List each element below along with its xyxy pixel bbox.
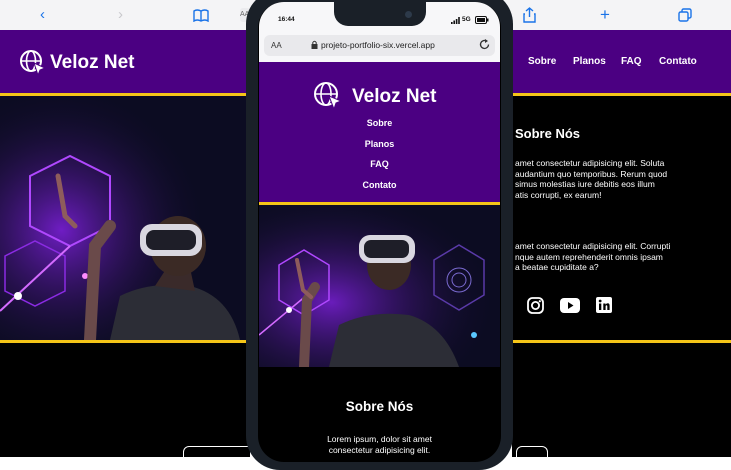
about-title-desktop: Sobre Nós xyxy=(515,126,581,141)
about-section-bottom xyxy=(512,343,731,457)
about-section-left xyxy=(0,343,250,457)
network-label: 5G xyxy=(462,16,471,23)
mobile-nav-contato[interactable]: Contato xyxy=(259,180,500,190)
status-time: 16:44 xyxy=(278,16,295,23)
mobile-nav-sobre[interactable]: Sobre xyxy=(259,118,500,128)
globe-cursor-icon xyxy=(20,50,47,77)
hero-image xyxy=(0,96,246,340)
about-p2-line: amet consectetur adipisicing elit. Corru… xyxy=(515,241,671,251)
mobile-nav-faq[interactable]: FAQ xyxy=(259,159,500,169)
youtube-icon[interactable] xyxy=(560,298,580,313)
battery-icon xyxy=(475,16,489,24)
about-p1-line: atis corrupti, ex earum! xyxy=(515,189,602,200)
plan-card-outline xyxy=(183,446,255,468)
about-p1-line: amet consectetur adipisicing elit. Solut… xyxy=(515,158,665,168)
mobile-nav-planos[interactable]: Planos xyxy=(259,139,500,149)
about-p2-line: nque autem reprehenderit omnis ipsam xyxy=(515,251,663,262)
reload-icon[interactable] xyxy=(479,39,490,50)
phone-notch xyxy=(334,2,426,26)
about-paragraph-2: amet consectetur adipisicing elit. Corru… xyxy=(515,241,670,273)
about-paragraph-1: amet consectetur adipisicing elit. Solut… xyxy=(515,158,667,200)
new-tab-icon[interactable]: + xyxy=(600,0,610,30)
nav-planos[interactable]: Planos xyxy=(573,56,606,67)
back-icon[interactable]: ‹ xyxy=(40,0,45,30)
plan-card-outline-right xyxy=(516,446,548,468)
nav-contato[interactable]: Contato xyxy=(659,56,697,67)
mobile-globe-cursor-icon xyxy=(314,82,343,111)
about-p2-line: a beatae cupiditate a? xyxy=(515,262,599,272)
signal-icon xyxy=(451,17,460,24)
about-p1-line: simus molestias iure debitis eos illum xyxy=(515,179,655,189)
mobile-about-line: Lorem ipsum, dolor sit amet xyxy=(327,434,432,444)
mobile-hero-image xyxy=(259,205,500,367)
url-text: projeto-portfolio-six.vercel.app xyxy=(321,40,435,50)
linkedin-icon[interactable] xyxy=(596,297,612,313)
about-p1-line: audantium quo temporibus. Rerum quod xyxy=(515,168,668,179)
brand-name[interactable]: Veloz Net xyxy=(50,52,134,74)
mobile-brand-name[interactable]: Veloz Net xyxy=(352,86,436,108)
camera-dot xyxy=(405,11,412,18)
nav-faq[interactable]: FAQ xyxy=(621,56,642,67)
mobile-about-text: Lorem ipsum, dolor sit amet consectetur … xyxy=(259,434,500,456)
mobile-about-title: Sobre Nós xyxy=(345,399,414,414)
tabs-icon[interactable] xyxy=(678,8,692,22)
nav-sobre[interactable]: Sobre xyxy=(528,56,556,67)
aa-button[interactable]: AA xyxy=(271,41,282,50)
instagram-icon[interactable] xyxy=(527,297,544,314)
forward-icon[interactable]: › xyxy=(118,0,123,30)
lock-icon xyxy=(311,40,318,49)
bookmarks-icon[interactable] xyxy=(193,9,209,22)
share-icon[interactable] xyxy=(523,7,536,23)
mobile-about-line: consectetur adipisicing elit. xyxy=(328,445,431,455)
